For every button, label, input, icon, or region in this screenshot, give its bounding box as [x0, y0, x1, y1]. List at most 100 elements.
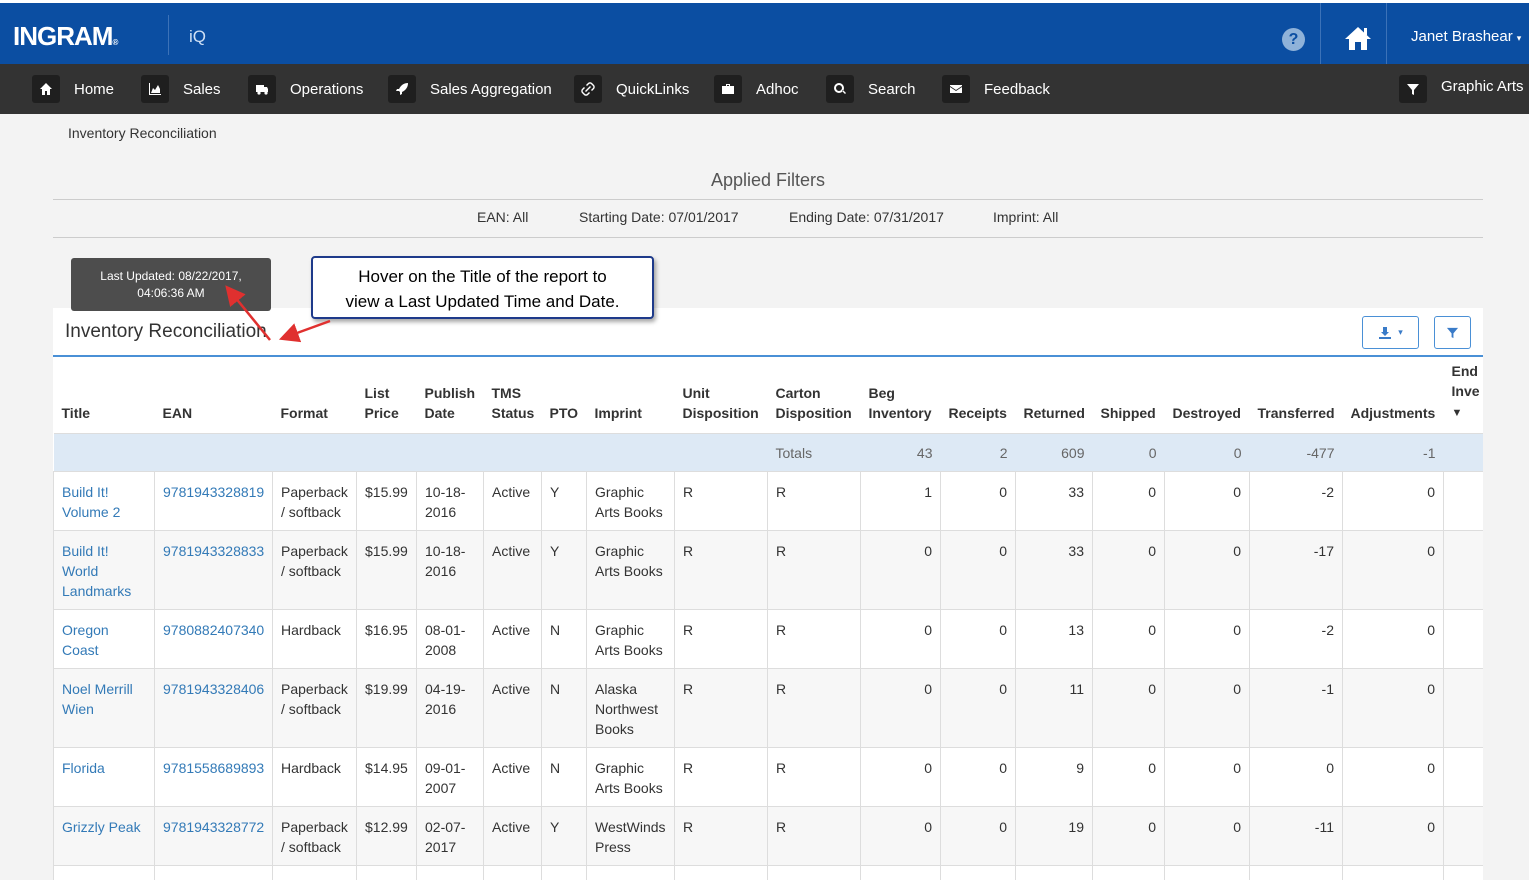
ingram-logo[interactable]: INGRAM®	[13, 21, 118, 52]
cell-status: Active	[483, 608, 542, 669]
nav-item-sales[interactable]: Sales	[141, 74, 221, 104]
col-list-price[interactable]: List Price	[356, 357, 417, 434]
cell-adjustments: 0	[1342, 608, 1444, 669]
cell-title[interactable]: Grizzly Peak	[53, 805, 155, 866]
nav-item-feedback[interactable]: Feedback	[942, 74, 1050, 104]
nav-label: Feedback	[984, 80, 1050, 98]
sort-desc-icon[interactable]: ▼	[1452, 407, 1463, 419]
cell-title[interactable]: Portrait of	[53, 864, 155, 880]
user-menu[interactable]: Janet Brashear ▾	[1411, 28, 1521, 45]
filter-end-date: Ending Date: 07/31/2017	[789, 209, 944, 225]
nav-item-operations[interactable]: Operations	[248, 74, 363, 104]
cell-unit: R	[674, 608, 768, 669]
report-table-wrap[interactable]: Title EAN Format List Price Publish Date T…	[53, 357, 1483, 880]
nav-item-home[interactable]: Home	[32, 74, 114, 104]
col-format[interactable]: Format	[272, 357, 357, 434]
table-row: Build It! Volume 2 9781943328819 Paperback…	[53, 470, 1483, 531]
cell-unit: R	[674, 746, 768, 807]
cell-ean[interactable]: 9781943328673	[154, 864, 273, 880]
totals-label: Totals	[767, 433, 861, 471]
app-name: iQ	[189, 27, 206, 46]
cell-end-inventory	[1443, 667, 1483, 748]
nav-label: Home	[74, 80, 115, 98]
totals-row: Totals 43 2 609 0 0 -477 -1	[53, 433, 1483, 471]
filter-imprint: Imprint: All	[993, 209, 1059, 225]
cell-title[interactable]: Florida	[53, 746, 155, 807]
nav-item-quicklinks[interactable]: QuickLinks	[574, 74, 689, 104]
logo-divider	[168, 15, 169, 55]
cell-ean[interactable]: 9781943328819	[154, 470, 273, 531]
cell-format: Paperback / softback	[272, 470, 357, 531]
total-shipped: 0	[1092, 433, 1165, 471]
home-icon[interactable]	[1343, 25, 1373, 51]
col-publish-date[interactable]: Publish Date	[416, 357, 484, 434]
chevron-down-icon: ▾	[1398, 327, 1403, 337]
download-button[interactable]: ▾	[1362, 316, 1419, 349]
rocket-icon	[388, 75, 416, 103]
cell-receipts: 0	[940, 805, 1016, 866]
cell-pto: N	[541, 667, 587, 748]
cell-date: 04-19-2016	[416, 667, 484, 748]
cell-imprint: Alaska Northwest Books	[586, 667, 675, 748]
cell-status: Active	[483, 805, 542, 866]
col-imprint[interactable]: Imprint	[586, 357, 675, 434]
cell-returned: 13	[1015, 608, 1093, 669]
report-title[interactable]: Inventory Reconciliation	[65, 321, 267, 343]
col-beg-inventory[interactable]: Beg Inventory	[860, 357, 941, 434]
col-tms-status[interactable]: TMS Status	[483, 357, 542, 434]
table-row: Noel Merrill Wien 9781943328406 Paperback …	[53, 667, 1483, 748]
filter-menu[interactable]: Graphic Arts	[1399, 74, 1524, 104]
cell-ean[interactable]: 9780882407340	[154, 608, 273, 669]
cell-receipts: 0	[940, 608, 1016, 669]
help-icon[interactable]: ?	[1282, 28, 1305, 51]
cell-end-inventory	[1443, 746, 1483, 807]
col-returned[interactable]: Returned	[1015, 357, 1093, 434]
applied-filters-title: Applied Filters	[710, 170, 826, 190]
cell-carton: R	[767, 805, 861, 866]
col-carton-disposition[interactable]: Carton Disposition	[767, 357, 861, 434]
col-ean[interactable]: EAN	[154, 357, 273, 434]
nav-item-adhoc[interactable]: Adhoc	[714, 74, 799, 104]
table-row: Oregon Coast 9780882407340 Hardback $16.95 0…	[53, 608, 1483, 669]
cell-destroyed: 0	[1164, 529, 1250, 610]
cell-returned: 33	[1015, 529, 1093, 610]
cell-ean[interactable]: 9781943328833	[154, 529, 273, 610]
col-destroyed[interactable]: Destroyed	[1164, 357, 1250, 434]
col-end-inventory[interactable]: End Inve ▼	[1443, 357, 1483, 434]
cell-imprint: Graphic	[586, 864, 675, 880]
cell-adjustments: 0	[1342, 864, 1444, 880]
nav-item-search[interactable]: Search	[826, 74, 916, 104]
cell-receipts: 0	[940, 746, 1016, 807]
filter-button[interactable]	[1434, 316, 1471, 349]
col-shipped[interactable]: Shipped	[1092, 357, 1165, 434]
cell-adjustments: 0	[1342, 470, 1444, 531]
cell-transferred: -17	[1249, 529, 1343, 610]
cell-unit: R	[674, 805, 768, 866]
cell-date: 08-01-2008	[416, 608, 484, 669]
cell-ean[interactable]: 9781558689893	[154, 746, 273, 807]
cell-end-inventory	[1443, 470, 1483, 531]
nav-item-sales-aggregation[interactable]: Sales Aggregation	[388, 74, 552, 104]
cell-title[interactable]: Noel Merrill Wien	[53, 667, 155, 748]
col-title[interactable]: Title	[53, 357, 155, 434]
cell-adjustments: 0	[1342, 529, 1444, 610]
cell-title[interactable]: Oregon Coast	[53, 608, 155, 669]
col-unit-disposition[interactable]: Unit Disposition	[674, 357, 768, 434]
cell-pto: Y	[541, 470, 587, 531]
cell-destroyed: 0	[1164, 470, 1250, 531]
col-receipts[interactable]: Receipts	[940, 357, 1016, 434]
cell-adjustments: 0	[1342, 667, 1444, 748]
col-pto[interactable]: PTO	[541, 357, 587, 434]
cell-date: 10-18-2016	[416, 529, 484, 610]
cell-title[interactable]: Build It! Volume 2	[53, 470, 155, 531]
cell-ean[interactable]: 9781943328772	[154, 805, 273, 866]
cell-ean[interactable]: 9781943328406	[154, 667, 273, 748]
col-transferred[interactable]: Transferred	[1249, 357, 1343, 434]
home-icon	[32, 75, 60, 103]
cell-title[interactable]: Build It! World Landmarks	[53, 529, 155, 610]
breadcrumb: Inventory Reconciliation	[68, 125, 217, 141]
col-adjustments[interactable]: Adjustments	[1342, 357, 1444, 434]
cell-carton: R	[767, 470, 861, 531]
cell-returned: 19	[1015, 805, 1093, 866]
cell-format: Hardback	[272, 746, 357, 807]
